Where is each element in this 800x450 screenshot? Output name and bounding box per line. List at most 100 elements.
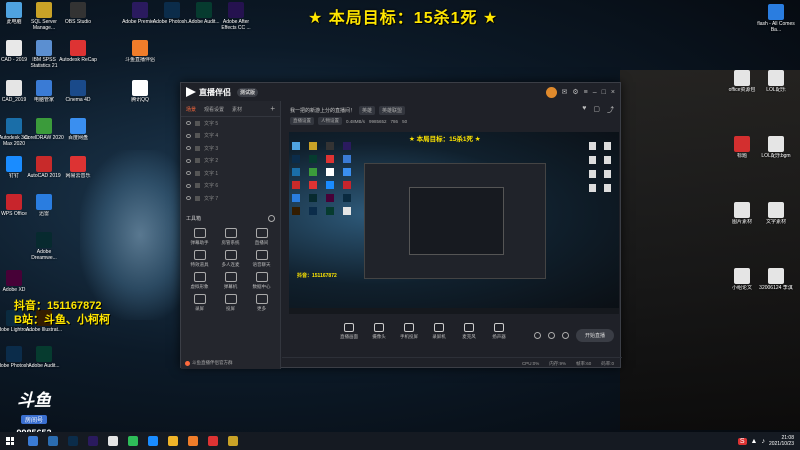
menu-icon[interactable]: ≡: [584, 89, 588, 96]
desktop-icon-label: LOL配乐: [766, 87, 786, 93]
desktop-icon[interactable]: 小组论文: [722, 268, 762, 291]
desktop-icon[interactable]: Autodesk ReCap: [58, 40, 98, 63]
live-settings-icon[interactable]: [561, 332, 569, 339]
scene-item[interactable]: 文字 6: [181, 180, 280, 193]
chrome-app-icon[interactable]: [168, 436, 178, 446]
scene-item[interactable]: 文字 4: [181, 130, 280, 143]
desktop-icon[interactable]: office资源包: [722, 70, 762, 93]
source-control[interactable]: 摄像头: [370, 323, 388, 340]
desktop-icon[interactable]: LOL配乐: [756, 70, 796, 93]
official-group-link[interactable]: 斗鱼直播伴侣官方群: [185, 360, 233, 366]
toolbox-item[interactable]: 弹幕助手: [184, 227, 215, 246]
photoshop-app-icon[interactable]: [68, 436, 78, 446]
source-control[interactable]: 麦克风: [460, 323, 478, 340]
toolbox-more-icon[interactable]: [268, 214, 275, 222]
toolbox-item[interactable]: 更多: [246, 293, 277, 312]
scene-item[interactable]: 文字 2: [181, 155, 280, 168]
tab-assets[interactable]: 素材: [232, 106, 242, 113]
app-icon: [132, 80, 148, 96]
camera-icon[interactable]: [533, 332, 541, 339]
gift-icon[interactable]: ♥: [582, 105, 586, 115]
desktop-icon[interactable]: Adobe XD: [0, 270, 34, 293]
desktop-icon[interactable]: 文字素材: [756, 202, 796, 225]
message-icon[interactable]: ✉: [562, 88, 568, 96]
start-button[interactable]: [2, 433, 18, 449]
visibility-icon[interactable]: [186, 133, 191, 138]
network-icon[interactable]: ▲: [751, 438, 758, 445]
netease-app-icon[interactable]: [208, 436, 218, 446]
wechat-app-icon[interactable]: [128, 436, 138, 446]
desktop-icon[interactable]: 网易云音乐: [58, 156, 98, 179]
tab-view-settings[interactable]: 观看设置: [204, 106, 224, 113]
room-tag[interactable]: 英雄: [359, 105, 376, 115]
visibility-icon[interactable]: [186, 183, 191, 188]
visibility-icon[interactable]: [186, 121, 191, 126]
desktop-icon[interactable]: LOL配乐bgm: [756, 136, 796, 159]
mode-icon[interactable]: [547, 332, 555, 339]
source-control[interactable]: 直播画面: [340, 323, 358, 340]
toolbox-item[interactable]: 录屏: [184, 293, 215, 312]
toolbox-item[interactable]: 弹幕机: [215, 271, 246, 290]
scene-item[interactable]: 文字 3: [181, 142, 280, 155]
visibility-icon[interactable]: [186, 196, 191, 201]
desktop-icon[interactable]: Adobe Dreamwe...: [24, 232, 64, 261]
toolbox-item[interactable]: 多人连麦: [215, 249, 246, 268]
visibility-icon[interactable]: [186, 158, 191, 163]
desktop-icon[interactable]: Cinema 4D: [58, 80, 98, 103]
scene-item[interactable]: 文字 1: [181, 167, 280, 180]
toolbox-item[interactable]: 虚拟形象: [184, 271, 215, 290]
room-category[interactable]: 英雄联盟: [379, 105, 406, 115]
desktop-icon[interactable]: 电脑管家: [24, 80, 64, 103]
room-title[interactable]: 我一把的新游上分的直播间！: [290, 107, 355, 114]
scene-item[interactable]: 文字 7: [181, 192, 280, 205]
visibility-icon[interactable]: [186, 146, 191, 151]
search-app-icon[interactable]: [28, 436, 38, 446]
explorer-app-icon[interactable]: [108, 436, 118, 446]
source-control[interactable]: 扬声器: [490, 323, 508, 340]
edge-app-icon[interactable]: [48, 436, 58, 446]
toolbox-item[interactable]: 语音聊天: [246, 249, 277, 268]
toolbox-item[interactable]: 特效道具: [184, 249, 215, 268]
live-settings-chip[interactable]: 直播设置: [290, 117, 314, 125]
volume-icon[interactable]: ♪: [761, 438, 765, 445]
folder-app-icon[interactable]: [228, 436, 238, 446]
desktop-icon[interactable]: 百度网盘: [58, 118, 98, 141]
user-avatar[interactable]: [545, 86, 557, 98]
qq-app-icon[interactable]: [148, 436, 158, 446]
toolbox-item[interactable]: 数据中心: [246, 271, 277, 290]
add-scene-icon[interactable]: +: [270, 105, 275, 113]
start-live-button[interactable]: 开始直播: [575, 329, 614, 342]
premiere-app-icon[interactable]: [88, 436, 98, 446]
window-icon[interactable]: ▢: [593, 105, 600, 115]
minimize-icon[interactable]: –: [593, 89, 597, 96]
window-titlebar[interactable]: 直播伴侣 测试版 ✉ ⚙ ≡ – □ ×: [181, 83, 620, 101]
desktop-icon[interactable]: flash - All Comes Ba...: [756, 4, 796, 33]
tab-scenes[interactable]: 场景: [186, 106, 196, 113]
maximize-icon[interactable]: □: [602, 89, 606, 96]
companion-app-icon[interactable]: [188, 436, 198, 446]
settings-icon[interactable]: ⚙: [572, 88, 578, 96]
toolbox-item[interactable]: 直播间: [246, 227, 277, 246]
desktop-icon[interactable]: 斗鱼直播伴侣: [120, 40, 160, 63]
desktop-icon[interactable]: 钉钉: [0, 156, 34, 179]
desktop-icon[interactable]: 32006124 李淇: [756, 268, 796, 291]
stream-preview[interactable]: ★ 本局目标：15杀1死 ★ 抖音：151167872: [289, 132, 619, 314]
desktop-icon[interactable]: Adobe Audit...: [24, 346, 64, 369]
source-control[interactable]: 录屏机: [430, 323, 448, 340]
source-control[interactable]: 手机投屏: [400, 323, 418, 340]
desktop-icon[interactable]: 腾讯QQ: [120, 80, 160, 103]
ime-indicator[interactable]: S: [737, 437, 747, 445]
desktop-icon[interactable]: 图片素材: [722, 202, 762, 225]
taskbar-clock[interactable]: 21:08 2021/10/23: [769, 435, 794, 447]
scene-item[interactable]: 文字 5: [181, 117, 280, 130]
desktop-icon[interactable]: OBS Studio: [58, 2, 98, 25]
visibility-icon[interactable]: [186, 171, 191, 176]
close-icon[interactable]: ×: [611, 89, 615, 96]
toolbox-item[interactable]: 房管系统: [215, 227, 246, 246]
person-settings-chip[interactable]: 人物设置: [318, 117, 342, 125]
desktop-icon[interactable]: Adobe After Effects CC ...: [216, 2, 256, 31]
toolbox-item[interactable]: 投屏: [215, 293, 246, 312]
desktop-icon[interactable]: 迅雷: [24, 194, 64, 217]
share-icon[interactable]: ⤴: [607, 105, 614, 115]
desktop-icon[interactable]: 标题: [722, 136, 762, 159]
